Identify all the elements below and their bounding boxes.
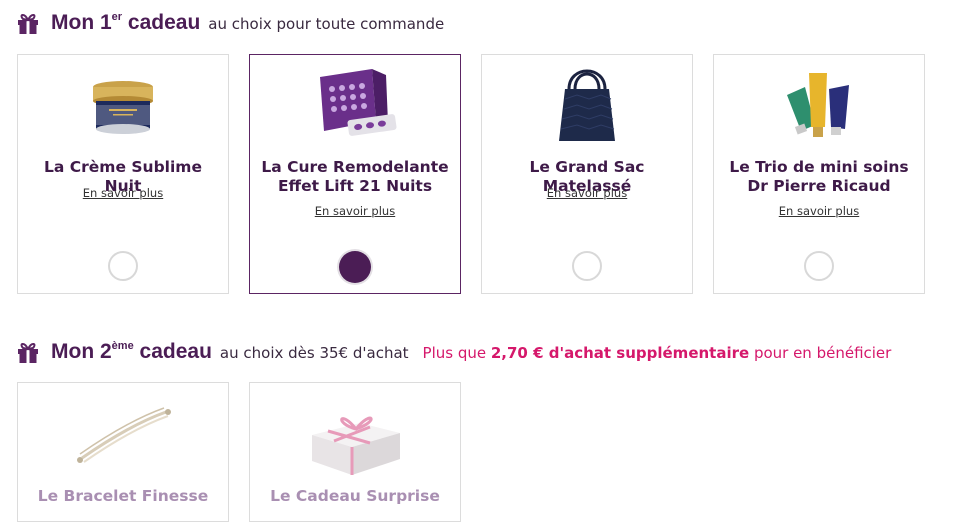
gift-card-creme-sublime[interactable]: La Crème Sublime Nuit En savoir plus — [17, 54, 229, 294]
learn-more-link[interactable]: En savoir plus — [482, 186, 692, 200]
section-title: Mon 1er cadeau — [51, 11, 201, 34]
promo-message: Plus que 2,70 € d'achat supplémentaire p… — [422, 344, 892, 362]
gift-card-cure-remodelante[interactable]: La Cure Remodelante Effet Lift 21 Nuits … — [249, 54, 461, 294]
learn-more-link[interactable]: En savoir plus — [18, 186, 228, 200]
select-radio-checked[interactable] — [339, 251, 371, 283]
select-radio[interactable] — [572, 251, 602, 281]
gift-icon — [16, 340, 40, 364]
learn-more-link[interactable]: En savoir plus — [714, 204, 924, 218]
cream-jar-icon — [63, 65, 183, 145]
product-name: La Cure Remodelante Effet Lift 21 Nuits — [261, 158, 449, 195]
section-title: Mon 2ème cadeau — [51, 340, 212, 363]
learn-more-link[interactable]: En savoir plus — [250, 204, 460, 218]
gift-icon — [16, 11, 40, 35]
gift2-header: Mon 2ème cadeau au choix dès 35€ d'achat… — [16, 340, 891, 364]
product-name: Le Trio de mini soins Dr Pierre Ricaud — [729, 158, 909, 195]
gift1-header: Mon 1er cadeau au choix pour toute comma… — [16, 11, 444, 35]
section-subtitle: au choix pour toute commande — [208, 15, 445, 33]
gift-card-grand-sac[interactable]: Le Grand Sac Matelassé En savoir plus — [481, 54, 693, 294]
select-radio[interactable] — [108, 251, 138, 281]
gift-card-bracelet-finesse[interactable]: Le Bracelet Finesse — [17, 382, 229, 522]
select-radio[interactable] — [804, 251, 834, 281]
product-name: Le Bracelet Finesse — [37, 487, 209, 505]
gift-card-cadeau-surprise[interactable]: Le Cadeau Surprise — [249, 382, 461, 522]
tube-trio-icon — [759, 65, 879, 145]
gift-card-trio-mini-soins[interactable]: Le Trio de mini soins Dr Pierre Ricaud E… — [713, 54, 925, 294]
section-subtitle: au choix dès 35€ d'achat — [219, 344, 409, 362]
bracelet-icon — [63, 397, 183, 473]
gift-box-icon — [295, 397, 415, 481]
capsule-box-icon — [295, 65, 415, 145]
product-name: Le Cadeau Surprise — [270, 487, 440, 505]
tote-bag-icon — [527, 65, 647, 145]
